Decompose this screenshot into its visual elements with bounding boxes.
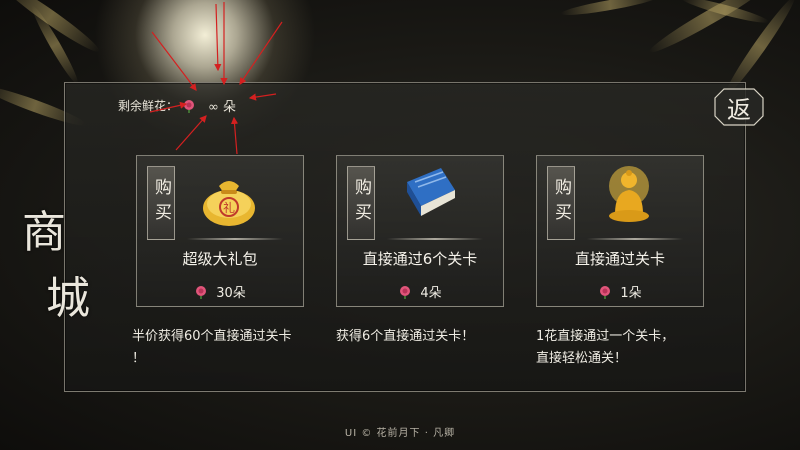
description-line: ！ — [132, 351, 146, 366]
card-title: 超级大礼包 — [182, 250, 258, 268]
description-line: 1花直接通过一个关卡， — [536, 329, 675, 344]
price-value: 4朵 — [420, 286, 442, 301]
golden-buddha-icon — [609, 166, 649, 222]
buy-button[interactable]: 购买 — [347, 166, 375, 240]
card-description: 获得6个直接通过关卡！ — [336, 326, 474, 348]
card-divider — [187, 238, 283, 240]
rose-icon — [400, 285, 411, 299]
footer-credit: UI © 花前月下 · 凡卿 — [344, 428, 456, 439]
back-button[interactable]: 返 — [714, 88, 764, 126]
card-divider — [587, 238, 683, 240]
card-description: 半价获得60个直接通过关卡 ！ — [132, 326, 292, 370]
card-price: 1朵 — [537, 282, 703, 301]
card-price: 30朵 — [137, 282, 303, 301]
svg-text:礼: 礼 — [223, 200, 235, 215]
flowers-value: ∞ 朵 — [208, 100, 236, 115]
description-line: 获得6个直接通过关卡！ — [336, 329, 475, 344]
shop-item-card[interactable]: 购买 礼 超级大礼包 30朵 — [136, 155, 304, 307]
shop-item-card[interactable]: 购买 直接通过6个关卡 4朵 — [336, 155, 504, 307]
rose-icon — [196, 285, 207, 299]
blue-book-icon — [407, 168, 455, 216]
card-title: 直接通过关卡 — [574, 250, 665, 268]
buy-button-label: 购买 — [551, 178, 571, 228]
buy-button[interactable]: 购买 — [147, 166, 175, 240]
back-button-label: 返 — [727, 95, 751, 124]
shop-title-char-2: 城 — [46, 273, 90, 324]
description-line: 半价获得60个直接通过关卡 — [132, 329, 292, 344]
rose-icon — [184, 99, 195, 113]
price-value: 30朵 — [216, 286, 246, 301]
shop-title: 商 城 — [22, 200, 102, 332]
money-bag-icon: 礼 — [203, 181, 255, 226]
buy-button-label: 购买 — [151, 178, 171, 228]
rose-icon — [600, 285, 611, 299]
card-price: 4朵 — [337, 282, 503, 301]
shop-item-card[interactable]: 购买 直接通过关卡 1朵 — [536, 155, 704, 307]
price-value: 1朵 — [620, 286, 642, 301]
buy-button[interactable]: 购买 — [547, 166, 575, 240]
buy-button-label: 购买 — [351, 178, 371, 228]
card-title: 直接通过6个关卡 — [362, 250, 478, 268]
flowers-label: 剩余鲜花： — [118, 99, 179, 113]
flowers-remaining: 剩余鲜花： ∞ 朵 — [118, 96, 236, 115]
card-divider — [387, 238, 483, 240]
shop-title-char-1: 商 — [22, 207, 66, 258]
description-line: 直接轻松通关！ — [536, 351, 628, 366]
card-description: 1花直接通过一个关卡， 直接轻松通关！ — [536, 326, 674, 370]
